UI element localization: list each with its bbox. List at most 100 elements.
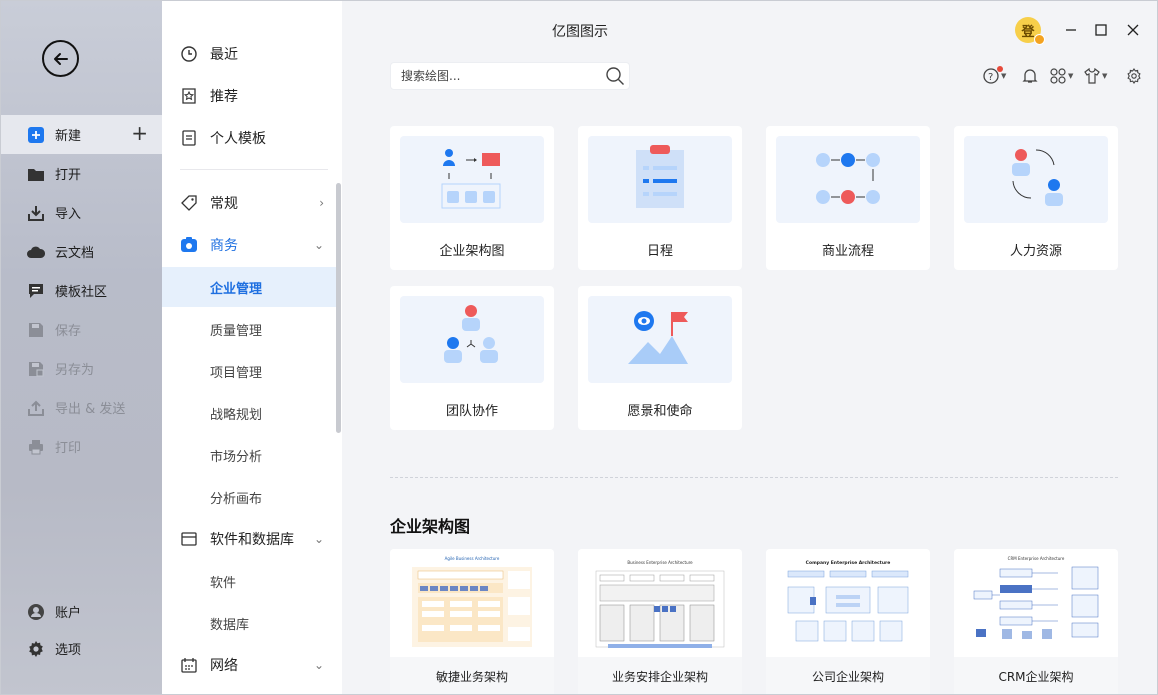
cat-recommend[interactable]: 推荐 xyxy=(162,76,336,116)
card-enterprise-arch[interactable]: 企业架构图 xyxy=(390,126,554,270)
nav-community[interactable]: 模板社区 xyxy=(1,271,162,310)
cat-sub-strategy[interactable]: 战略规划 xyxy=(162,393,336,433)
bell-button[interactable] xyxy=(1022,66,1038,86)
chevron-right-icon: › xyxy=(319,196,324,210)
apps-icon xyxy=(1050,68,1066,84)
nav-save-label: 保存 xyxy=(55,324,82,339)
nav-save[interactable]: 保存 xyxy=(1,310,162,349)
nav-open[interactable]: 打开 xyxy=(1,154,162,193)
nav-open-label: 打开 xyxy=(55,168,82,183)
nav-account-label: 账户 xyxy=(55,606,82,621)
nav-options[interactable]: 选项 xyxy=(1,629,162,668)
settings-button[interactable] xyxy=(1126,66,1142,86)
cat-general[interactable]: 常规 › xyxy=(162,183,336,223)
avatar[interactable]: 登 xyxy=(1015,17,1045,45)
search-icon[interactable] xyxy=(605,66,625,86)
star-badge-icon xyxy=(180,87,198,105)
cat-business[interactable]: 商务 ⌄ xyxy=(162,225,336,265)
apps-button[interactable]: ▼ xyxy=(1050,66,1073,86)
nav-options-label: 选项 xyxy=(55,643,82,658)
cat-sub-software[interactable]: 软件 xyxy=(162,561,336,601)
thumb-title: Business Enterprise Architecture xyxy=(627,560,693,565)
cat-recent[interactable]: 最近 xyxy=(162,34,336,74)
nav-print-label: 打印 xyxy=(55,441,82,456)
nav-cloud[interactable]: 云文档 xyxy=(1,232,162,271)
main-area: 亿图图示 登 ? ▼ ▼ ▼ xyxy=(342,1,1157,694)
print-icon xyxy=(27,438,45,456)
close-button[interactable] xyxy=(1122,19,1144,41)
chevron-down-icon: ⌄ xyxy=(313,532,324,546)
vip-badge-icon xyxy=(1034,34,1045,45)
nav-community-label: 模板社区 xyxy=(55,285,108,300)
nav-import-label: 导入 xyxy=(55,207,82,222)
template-card[interactable]: Company Enterprise Architecture 公司企业架构 xyxy=(766,549,930,694)
chevron-down-icon: ⌄ xyxy=(313,238,324,252)
new-plus-icon xyxy=(27,126,45,144)
svg-text:?: ? xyxy=(988,72,993,83)
template-card[interactable]: Business Enterprise Architecture 业务安排企业架… xyxy=(578,549,742,694)
back-arrow-icon xyxy=(53,52,68,65)
back-button[interactable] xyxy=(42,40,79,77)
cat-sub-database[interactable]: 数据库 xyxy=(162,603,336,643)
maximize-button[interactable] xyxy=(1090,19,1112,41)
cat-sub-enterprise-mgmt[interactable]: 企业管理 xyxy=(162,267,336,307)
cat-general-label: 常规 xyxy=(210,196,238,212)
card-label: 日程 xyxy=(646,244,673,259)
cat-network[interactable]: 网络 ⌄ xyxy=(162,645,336,685)
nav-save-as[interactable]: 另存为 xyxy=(1,349,162,388)
nav-import[interactable]: 导入 xyxy=(1,193,162,232)
cat-business-label: 商务 xyxy=(210,238,238,254)
enterprise-arch-illustration xyxy=(400,136,544,223)
nav-cloud-label: 云文档 xyxy=(55,246,95,261)
section-title: 企业架构图 xyxy=(390,517,471,536)
template-label: CRM企业架构 xyxy=(954,657,1118,694)
settings-icon xyxy=(27,640,45,658)
search-input[interactable] xyxy=(401,67,601,85)
cat-software-db[interactable]: 软件和数据库 ⌄ xyxy=(162,519,336,559)
minimize-button[interactable] xyxy=(1060,19,1082,41)
nav-new[interactable]: 新建 + xyxy=(1,115,162,154)
close-icon xyxy=(1127,24,1139,36)
nav-account[interactable]: 账户 xyxy=(1,592,162,631)
nav-save-as-label: 另存为 xyxy=(55,363,95,378)
cloud-icon xyxy=(27,243,45,261)
nav-print[interactable]: 打印 xyxy=(1,427,162,466)
teamwork-illustration xyxy=(400,296,544,383)
template-card[interactable]: CRM Enterprise Architecture CRM企业架构 xyxy=(954,549,1118,694)
save-icon xyxy=(27,321,45,339)
card-hr[interactable]: 人力资源 xyxy=(954,126,1118,270)
chevron-down-icon: ⌄ xyxy=(313,658,324,672)
cat-software-db-label: 软件和数据库 xyxy=(210,532,294,548)
card-vision-mission[interactable]: 愿景和使命 xyxy=(578,286,742,430)
category-scrollbar[interactable] xyxy=(336,183,341,433)
card-schedule[interactable]: 日程 xyxy=(578,126,742,270)
cat-sub-quality-mgmt[interactable]: 质量管理 xyxy=(162,309,336,349)
shirt-icon xyxy=(1084,68,1100,84)
business-process-illustration xyxy=(776,136,920,223)
card-teamwork[interactable]: 团队协作 xyxy=(390,286,554,430)
add-icon[interactable]: + xyxy=(131,123,148,143)
category-panel: 最近 推荐 个人模板 常规 › 商务 ⌄ 企业管理 质量管理 项目管理 战略规划… xyxy=(162,1,342,694)
cat-sub-analysis-canvas[interactable]: 分析画布 xyxy=(162,477,336,517)
network-icon xyxy=(180,656,198,674)
card-label: 商业流程 xyxy=(821,244,874,259)
cat-sub-market-analysis[interactable]: 市场分析 xyxy=(162,435,336,475)
thumb-title: Company Enterprise Architecture xyxy=(806,560,891,566)
card-label: 人力资源 xyxy=(1009,244,1062,259)
theme-button[interactable]: ▼ xyxy=(1084,66,1107,86)
template-thumbnail: CRM Enterprise Architecture xyxy=(954,549,1118,657)
gear-icon xyxy=(1127,68,1141,84)
folder-icon xyxy=(27,165,45,183)
template-doc-icon xyxy=(180,129,198,147)
cat-sub-project-mgmt[interactable]: 项目管理 xyxy=(162,351,336,391)
save-as-icon xyxy=(27,360,45,378)
template-card[interactable]: Agile Business Architecture 敏捷业务架构 xyxy=(390,549,554,694)
template-thumbnail: Company Enterprise Architecture xyxy=(766,549,930,657)
cat-personal[interactable]: 个人模板 xyxy=(162,118,336,158)
card-business-process[interactable]: 商业流程 xyxy=(766,126,930,270)
card-label: 愿景和使命 xyxy=(627,404,693,419)
template-label: 公司企业架构 xyxy=(766,657,930,694)
tag-icon xyxy=(180,194,198,212)
nav-export[interactable]: 导出 & 发送 xyxy=(1,388,162,427)
thumb-title: CRM Enterprise Architecture xyxy=(1008,556,1065,561)
